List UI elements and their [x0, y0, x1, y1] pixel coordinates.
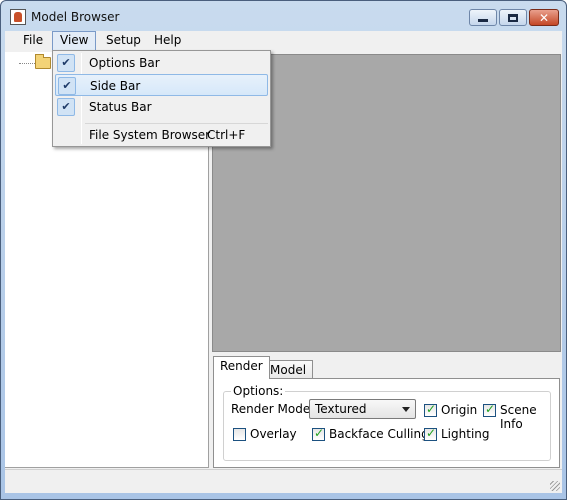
menu-item-file-system-browser[interactable]: File System Browser Ctrl+F [55, 124, 268, 146]
checkmark-icon: ✔ [57, 54, 75, 72]
render-tab-page: Options: Render Mode: Textured Origin Sc… [213, 378, 560, 468]
resize-grip-icon[interactable] [550, 481, 560, 491]
overlay-label: Overlay [250, 427, 297, 441]
scene-info-label: Scene Info [500, 403, 537, 431]
title-bar[interactable]: Model Browser ✕ [1, 1, 566, 31]
menu-item-side-bar[interactable]: ✔ Side Bar [55, 74, 268, 96]
menu-setup[interactable]: Setup [98, 31, 149, 51]
backface-culling-label: Backface Culling [329, 427, 429, 441]
menu-bar: File View Setup Help [5, 31, 562, 51]
close-icon: ✕ [538, 10, 550, 25]
minimize-icon [478, 18, 488, 22]
close-button[interactable]: ✕ [529, 9, 559, 26]
menu-item-options-bar[interactable]: ✔ Options Bar [55, 52, 268, 74]
origin-label: Origin [441, 403, 478, 417]
menu-item-label: Status Bar [89, 100, 152, 114]
checkmark-icon: ✔ [57, 98, 75, 116]
render-mode-value: Textured [315, 402, 367, 416]
options-tab-area: Render Model Options: Render Mode: Textu… [212, 354, 561, 468]
menu-item-label: Side Bar [90, 79, 141, 93]
app-window: Model Browser ✕ File View Setup Help Ren… [0, 0, 567, 500]
chevron-down-icon [402, 407, 410, 412]
menu-item-shortcut: Ctrl+F [207, 128, 246, 142]
overlay-checkbox[interactable] [233, 428, 246, 441]
app-icon[interactable] [10, 9, 26, 25]
menu-view[interactable]: View [52, 31, 97, 51]
menu-file[interactable]: File [15, 31, 51, 51]
render-mode-label: Render Mode: [231, 402, 315, 416]
minimize-button[interactable] [469, 9, 497, 26]
options-group: Options: Render Mode: Textured Origin Sc… [223, 384, 551, 461]
scene-info-checkbox[interactable] [483, 402, 496, 417]
tree-connector [19, 63, 35, 64]
render-mode-select[interactable]: Textured [309, 399, 416, 419]
options-group-label: Options: [231, 384, 286, 398]
tab-render[interactable]: Render [213, 356, 270, 379]
menu-help[interactable]: Help [146, 31, 189, 51]
menu-item-status-bar[interactable]: ✔ Status Bar [55, 96, 268, 118]
origin-checkbox[interactable] [424, 402, 437, 417]
tab-model[interactable]: Model [263, 360, 314, 380]
window-title: Model Browser [31, 10, 120, 24]
lighting-label: Lighting [441, 427, 490, 441]
folder-icon[interactable] [35, 54, 51, 69]
backface-culling-checkbox[interactable] [312, 426, 325, 441]
status-bar [5, 469, 562, 493]
menu-item-label: Options Bar [89, 56, 160, 70]
maximize-button[interactable] [499, 9, 527, 26]
maximize-icon [508, 13, 518, 22]
menu-item-label: File System Browser [89, 128, 211, 142]
checkmark-icon: ✔ [58, 77, 76, 95]
view-menu-dropdown: ✔ Options Bar ✔ Side Bar ✔ Status Bar Fi… [52, 50, 271, 147]
lighting-checkbox[interactable] [424, 426, 437, 441]
